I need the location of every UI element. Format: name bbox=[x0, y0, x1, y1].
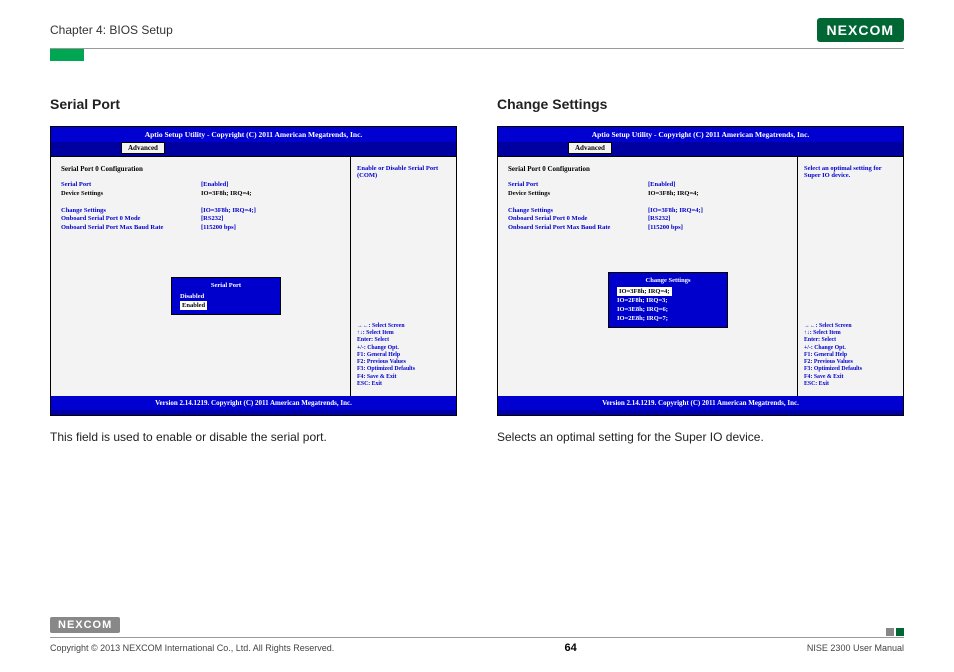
row-value: [RS232] bbox=[201, 215, 340, 224]
manual-name: NISE 2300 User Manual bbox=[807, 643, 904, 653]
row-value: [Enabled] bbox=[648, 181, 787, 190]
header-rule bbox=[50, 48, 904, 49]
bios-tab-advanced: Advanced bbox=[568, 142, 612, 154]
popup-title: Change Settings bbox=[617, 277, 719, 284]
section-heading-serial-port: Serial Port bbox=[50, 96, 457, 112]
row-label: Onboard Serial Port Max Baud Rate bbox=[61, 224, 201, 233]
caption-change-settings: Selects an optimal setting for the Super… bbox=[497, 430, 904, 444]
left-column: Serial Port Aptio Setup Utility - Copyri… bbox=[50, 96, 457, 444]
popup-option-selected: IO=3F8h; IRQ=4; bbox=[617, 287, 672, 296]
brand-logo-bottom: NEXCOM bbox=[50, 617, 120, 633]
row-label: Onboard Serial Port 0 Mode bbox=[508, 215, 648, 224]
bios-screenshot-change-settings: Aptio Setup Utility - Copyright (C) 2011… bbox=[497, 126, 904, 416]
row-label: Device Settings bbox=[61, 190, 201, 199]
row-value: [IO=3F8h; IRQ=4;] bbox=[648, 207, 787, 216]
chapter-title: Chapter 4: BIOS Setup bbox=[50, 23, 173, 37]
bios-title-bar: Aptio Setup Utility - Copyright (C) 2011… bbox=[51, 127, 456, 142]
popup-option: IO=2F8h; IRQ=3; bbox=[617, 296, 719, 305]
popup-title: Serial Port bbox=[180, 282, 272, 289]
row-value: [115200 bps] bbox=[201, 224, 340, 233]
row-label: Onboard Serial Port Max Baud Rate bbox=[508, 224, 648, 233]
row-value: IO=3F8h; IRQ=4; bbox=[201, 190, 340, 199]
row-value: [RS232] bbox=[648, 215, 787, 224]
row-label: Change Settings bbox=[508, 207, 648, 216]
row-label: Serial Port bbox=[508, 181, 648, 190]
brand-logo-top: NEXCOM bbox=[817, 18, 904, 42]
footer-rule bbox=[50, 637, 904, 638]
green-tab-decoration bbox=[50, 49, 84, 61]
row-value: [Enabled] bbox=[201, 181, 340, 190]
popup-option: Disabled bbox=[180, 292, 272, 301]
row-label: Change Settings bbox=[61, 207, 201, 216]
key-legend: →←: Select Screen↑↓: Select ItemEnter: S… bbox=[357, 323, 450, 388]
footer-decoration bbox=[886, 628, 904, 636]
right-column: Change Settings Aptio Setup Utility - Co… bbox=[497, 96, 904, 444]
config-heading: Serial Port 0 Configuration bbox=[61, 165, 340, 173]
row-label: Device Settings bbox=[508, 190, 648, 199]
bios-screenshot-serial-port: Aptio Setup Utility - Copyright (C) 2011… bbox=[50, 126, 457, 416]
row-value: [IO=3F8h; IRQ=4;] bbox=[201, 207, 340, 216]
caption-serial-port: This field is used to enable or disable … bbox=[50, 430, 457, 444]
help-text: Select an optimal setting for Super IO d… bbox=[804, 165, 897, 179]
row-label: Serial Port bbox=[61, 181, 201, 190]
section-heading-change-settings: Change Settings bbox=[497, 96, 904, 112]
help-text: Enable or Disable Serial Port (COM) bbox=[357, 165, 450, 179]
popup-option: IO=2E8h; IRQ=7; bbox=[617, 314, 719, 323]
popup-change-settings: Change Settings IO=3F8h; IRQ=4; IO=2F8h;… bbox=[608, 272, 728, 328]
key-legend: →←: Select Screen↑↓: Select ItemEnter: S… bbox=[804, 323, 897, 388]
row-value: [115200 bps] bbox=[648, 224, 787, 233]
popup-serial-port: Serial Port Disabled Enabled bbox=[171, 277, 281, 315]
bios-footer-version: Version 2.14.1219. Copyright (C) 2011 Am… bbox=[498, 396, 903, 410]
row-value: IO=3F8h; IRQ=4; bbox=[648, 190, 787, 199]
popup-option-selected: Enabled bbox=[180, 301, 207, 310]
popup-option: IO=3E8h; IRQ=6; bbox=[617, 305, 719, 314]
bios-tab-advanced: Advanced bbox=[121, 142, 165, 154]
row-label: Onboard Serial Port 0 Mode bbox=[61, 215, 201, 224]
config-heading: Serial Port 0 Configuration bbox=[508, 165, 787, 173]
bios-title-bar: Aptio Setup Utility - Copyright (C) 2011… bbox=[498, 127, 903, 142]
copyright-text: Copyright © 2013 NEXCOM International Co… bbox=[50, 643, 334, 653]
bios-footer-version: Version 2.14.1219. Copyright (C) 2011 Am… bbox=[51, 396, 456, 410]
page-number: 64 bbox=[564, 642, 576, 654]
